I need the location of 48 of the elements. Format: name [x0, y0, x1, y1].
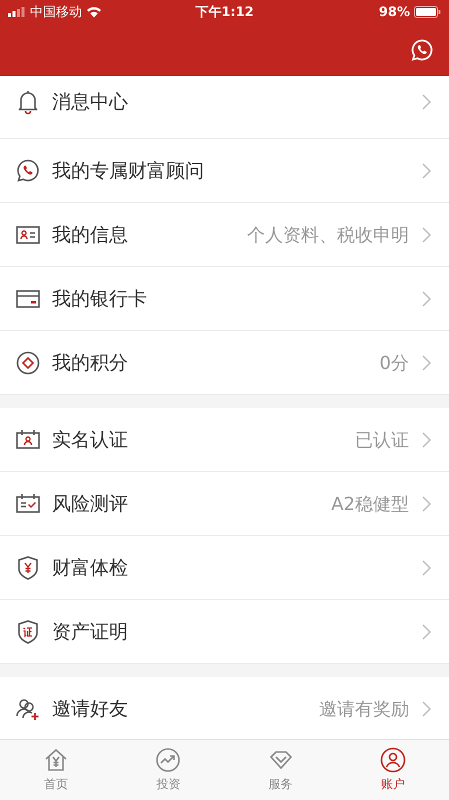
menu-item[interactable]: 财富体检: [0, 536, 449, 600]
chevron-right-icon: [422, 496, 431, 512]
menu-item[interactable]: 消息中心: [0, 76, 449, 139]
menu-value: A2稳健型: [331, 492, 409, 516]
chevron-right-icon: [422, 432, 431, 448]
menu-item[interactable]: 我的专属财富顾问: [0, 139, 449, 203]
menu-item[interactable]: 风险测评 A2稳健型: [0, 472, 449, 536]
status-time: 下午1:12: [195, 4, 254, 21]
chevron-right-icon: [422, 226, 431, 242]
person-icon: [380, 747, 406, 773]
battery-percent: 98%: [378, 4, 410, 20]
menu-value: 邀请有奖励: [319, 698, 409, 720]
carrier-name: 中国移动: [30, 4, 82, 21]
chevron-right-icon: [422, 560, 431, 576]
menu-value: 已认证: [355, 428, 409, 452]
signal-icon: [8, 7, 26, 17]
menu-label: 我的银行卡: [52, 286, 148, 312]
tab-item[interactable]: 账户: [336, 740, 449, 800]
menu-value: 个人资料、税收申明: [247, 224, 409, 246]
menu-label: 我的积分: [52, 350, 129, 376]
chevron-right-icon: [422, 162, 431, 178]
menu-label: 我的信息: [52, 222, 129, 248]
menu-label: 资产证明: [52, 620, 129, 644]
home-icon: [43, 747, 70, 773]
menu-label: 消息中心: [52, 90, 129, 115]
chevron-right-icon: [422, 624, 431, 640]
menu-label: 我的专属财富顾问: [52, 158, 205, 184]
menu-value: 0分: [380, 352, 409, 374]
menu-label: 财富体检: [52, 556, 129, 580]
menu-item[interactable]: 实名认证 已认证: [0, 408, 449, 472]
chevron-right-icon: [422, 700, 431, 716]
chevron-right-icon: [422, 290, 431, 306]
menu-item[interactable]: 我的银行卡: [0, 267, 449, 331]
shield-yen-icon: [15, 554, 41, 580]
phone-chat-icon[interactable]: [410, 38, 434, 62]
wifi-icon: [86, 6, 102, 18]
menu-label: 实名认证: [52, 428, 129, 452]
chevron-right-icon: [422, 354, 431, 370]
phone-icon: [15, 158, 41, 184]
shield-certificate-icon: [15, 618, 41, 644]
menu-item[interactable]: 资产证明: [0, 600, 449, 664]
chevron-right-icon: [422, 94, 431, 110]
battery-icon: [414, 6, 441, 18]
menu-label: 邀请好友: [52, 696, 129, 722]
trend-chart-icon: [155, 747, 182, 773]
menu-label: 风险测评: [52, 492, 129, 516]
menu-item[interactable]: 我的积分 0分: [0, 331, 449, 395]
menu-item[interactable]: 我的信息 个人资料、税收申明: [0, 203, 449, 267]
